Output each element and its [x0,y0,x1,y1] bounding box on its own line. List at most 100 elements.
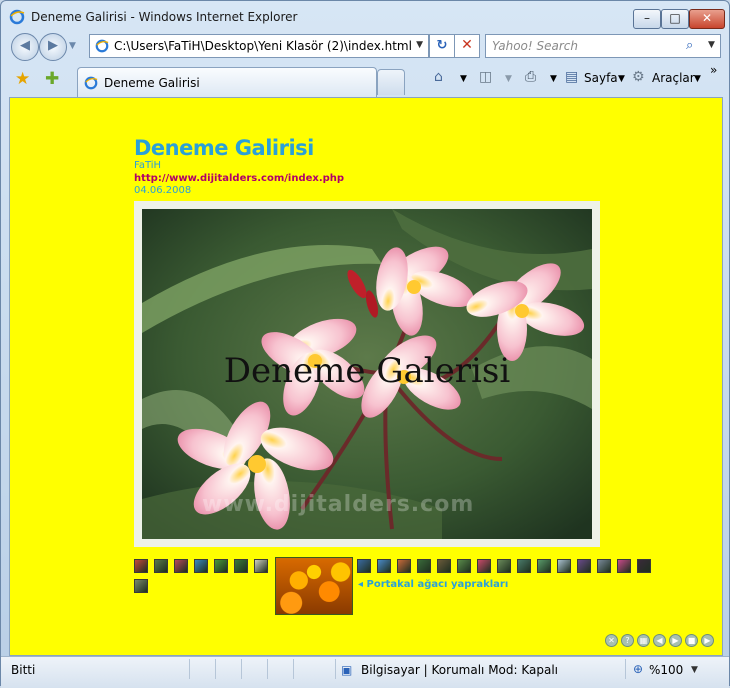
gallery-author: FaTiH [134,160,162,171]
photo-caption: Deneme Galerisi [223,351,511,391]
address-bar[interactable]: C:\Users\FaTiH\Desktop\Yeni Klasör (2)\i… [89,34,429,58]
tools-menu-dropdown[interactable]: ▼ [694,74,701,84]
address-dropdown-icon[interactable]: ▼ [416,40,423,50]
gallery-thumbnail[interactable] [377,559,391,573]
gallery-thumbnail[interactable] [477,559,491,573]
status-text: Bitti [11,663,36,677]
gallery-thumbnail[interactable] [557,559,571,573]
gallery-thumbnail[interactable] [134,579,148,593]
ie-logo-icon [9,9,25,25]
page-menu-dropdown[interactable]: ▼ [618,74,625,84]
gallery-date: 04.06.2008 [134,185,192,196]
gallery-thumbnail[interactable] [597,559,611,573]
stop-slideshow-icon[interactable]: ■ [685,634,698,647]
recent-pages-dropdown[interactable]: ▼ [69,41,76,51]
status-divider [625,659,626,679]
gallery-thumbnail[interactable] [497,559,511,573]
gallery-thumbnail[interactable] [417,559,431,573]
next-icon[interactable]: ▶ [701,634,714,647]
minimize-button[interactable]: – [633,9,661,29]
photo-frame: Deneme Galerisi www.dijitalders.com [134,201,600,547]
search-icon[interactable]: ⌕ [686,38,693,53]
gallery-thumbnail[interactable] [517,559,531,573]
forward-arrow-icon: ▶ [48,38,58,53]
back-arrow-icon: ◀ [20,38,30,53]
computer-zone-icon: ▣ [341,663,353,677]
stop-icon: ✕ [461,37,473,53]
refresh-icon: ↻ [436,38,448,53]
home-icon[interactable]: ⌂ [434,69,443,85]
gallery-thumbnail[interactable] [214,559,228,573]
close-icon: ✕ [701,11,713,25]
feeds-dropdown[interactable]: ▼ [505,74,512,84]
close-gallery-icon[interactable]: ✕ [605,634,618,647]
close-button[interactable]: ✕ [689,9,725,29]
favorites-star-icon[interactable]: ★ [15,69,30,89]
search-input[interactable]: Yahoo! Search ⌕ ▼ [485,34,721,58]
main-photo[interactable]: Deneme Galerisi www.dijitalders.com [142,209,592,539]
address-text: C:\Users\FaTiH\Desktop\Yeni Klasör (2)\i… [114,39,412,53]
window-title: Deneme Galirisi - Windows Internet Explo… [31,10,298,24]
status-divider [267,659,268,679]
gallery-thumbnail[interactable] [134,559,148,573]
browser-window: Deneme Galirisi - Windows Internet Explo… [0,0,730,688]
selected-thumbnail-orange-flowers[interactable] [275,557,353,615]
status-bar: Bitti ▣ Bilgisayar | Korumalı Mod: Kapal… [1,656,729,688]
navigation-bar: ◀ ▶ ▼ C:\Users\FaTiH\Desktop\Yeni Klasör… [1,31,729,61]
thumbnail-caption: ◂ Portakal ağacı yaprakları [358,579,509,590]
gallery-thumbnail[interactable] [457,559,471,573]
gallery-thumbnail[interactable] [397,559,411,573]
previous-icon[interactable]: ◀ [653,634,666,647]
gallery-thumbnail[interactable] [637,559,651,573]
stop-button[interactable]: ✕ [454,34,480,58]
help-icon[interactable]: ? [621,634,634,647]
gallery-thumbnail[interactable] [577,559,591,573]
back-button[interactable]: ◀ [11,33,39,61]
tools-menu[interactable]: Araçlar [652,71,695,85]
gallery-thumbnail[interactable] [357,559,371,573]
print-dropdown[interactable]: ▼ [550,74,557,84]
print-icon[interactable]: ⎙ [525,69,536,85]
rss-icon[interactable]: ◫ [479,69,492,85]
refresh-button[interactable]: ↻ [429,34,455,58]
gallery-thumbnail[interactable] [174,559,188,573]
gallery-thumbnail[interactable] [537,559,551,573]
page-ie-icon [95,39,109,53]
page-menu[interactable]: Sayfa [584,71,618,85]
gallery-thumbnail[interactable] [437,559,451,573]
zoom-icon[interactable]: ⊕ [633,662,643,676]
gallery-thumbnail[interactable] [234,559,248,573]
gallery-url-link[interactable]: http://www.dijitalders.com/index.php [134,173,344,184]
add-favorites-icon[interactable]: ✚ [45,69,59,89]
maximize-button[interactable]: □ [661,9,689,29]
maximize-icon: □ [669,11,681,25]
new-tab-button[interactable] [377,69,405,95]
more-commands-chevron-icon[interactable]: » [710,63,717,77]
tab-ie-icon [84,76,98,90]
play-icon[interactable]: ▶ [669,634,682,647]
search-options-dropdown[interactable]: ▼ [708,40,715,50]
photo-watermark: www.dijitalders.com [202,492,475,517]
minimize-icon: – [644,11,650,25]
forward-button[interactable]: ▶ [39,33,67,61]
zoom-level[interactable]: %100 [649,663,683,677]
gallery-thumbnail[interactable] [154,559,168,573]
gallery-thumbnail[interactable] [254,559,268,573]
gallery-title: Deneme Galirisi [134,136,314,160]
page-icon: ▤ [565,69,579,85]
page-content: Deneme Galirisi FaTiH http://www.dijital… [9,97,723,656]
tab-deneme-galirisi[interactable]: Deneme Galirisi [77,67,377,97]
tab-label: Deneme Galirisi [104,76,200,90]
title-bar: Deneme Galirisi - Windows Internet Explo… [1,1,729,31]
status-divider [241,659,242,679]
tab-bar: ★ ✚ Deneme Galirisi ⌂ ▼ ◫ ▼ ⎙ ▼ ▤ Sayfa … [1,63,729,97]
status-divider [189,659,190,679]
gallery-thumbnail[interactable] [617,559,631,573]
gallery-thumbnail[interactable] [194,559,208,573]
home-dropdown[interactable]: ▼ [460,74,467,84]
zoom-dropdown[interactable]: ▼ [691,665,698,675]
status-divider [215,659,216,679]
search-placeholder: Yahoo! Search [492,39,578,53]
security-zone-text[interactable]: Bilgisayar | Korumalı Mod: Kapalı [361,663,558,677]
grid-view-icon[interactable]: ▦ [637,634,650,647]
